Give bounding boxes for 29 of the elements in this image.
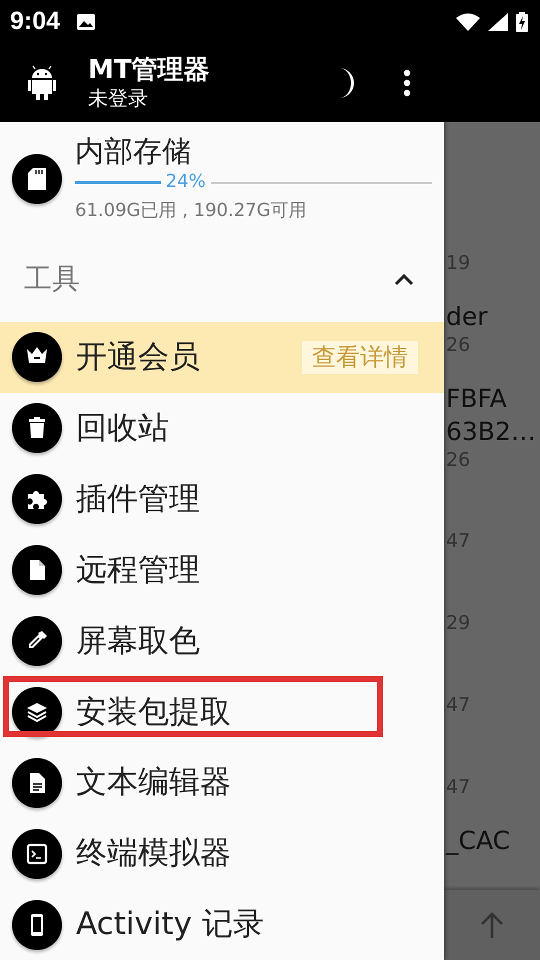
menu-item[interactable]: 安装包提取 <box>0 676 444 748</box>
menu-item[interactable]: 远程管理 <box>0 534 444 606</box>
member-row[interactable]: 开通会员 查看详情 <box>0 322 444 393</box>
chevron-up-icon[interactable] <box>394 272 414 286</box>
app-subtitle: 未登录 <box>88 86 149 110</box>
terminal-icon <box>25 842 49 866</box>
menu-item[interactable]: 回收站 <box>0 392 444 464</box>
file-name: FBFA <box>446 383 508 415</box>
storage-title: 内部存储 <box>75 134 192 169</box>
file-name: der <box>446 301 489 333</box>
menu-item[interactable]: 屏幕取色 <box>0 605 444 676</box>
file-name: 63B2… <box>446 416 537 448</box>
storage-usage: 61.09G已用 , 190.27G可用 <box>75 198 308 223</box>
menu-item[interactable]: 插件管理 <box>0 464 444 535</box>
app-title: MT管理器 <box>88 56 210 86</box>
menu-item[interactable]: 终端模拟器 <box>0 818 444 890</box>
more-options-icon[interactable] <box>403 69 411 97</box>
menu-item[interactable]: 文本编辑器 <box>0 747 444 818</box>
android-icon <box>26 65 58 101</box>
status-time: 9:04 <box>10 6 60 38</box>
file-name: _CAC <box>446 825 512 857</box>
storage-button[interactable] <box>12 154 62 204</box>
section-title: 工具 <box>24 260 80 297</box>
signal-icon <box>488 13 508 31</box>
image-icon <box>76 13 96 31</box>
wifi-icon <box>456 13 480 31</box>
battery-icon <box>516 12 528 32</box>
menu-item[interactable]: Activity 记录 <box>0 889 444 960</box>
sd-card-icon <box>28 168 46 190</box>
